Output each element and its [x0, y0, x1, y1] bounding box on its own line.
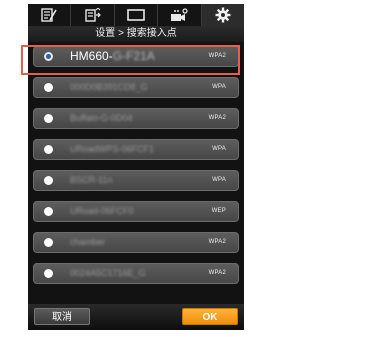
network-row[interactable]: BSCR-11n WPA [33, 170, 239, 191]
network-ssid: 000D0B391CD8_G [70, 78, 148, 97]
network-ssid: URoad-06FCF0 [70, 202, 134, 221]
network-row[interactable]: URoad-06FCF0 WEP [33, 201, 239, 222]
security-type: WEP [211, 208, 226, 214]
tab-bar [28, 4, 244, 26]
ssid-blurred: URoadWPS-06FCF1 [70, 144, 155, 154]
gear-icon [215, 7, 231, 23]
ssid-blurred: 000D0B391CD8_G [70, 82, 148, 92]
radio-button[interactable] [44, 238, 53, 247]
ok-button[interactable]: OK [182, 308, 238, 325]
tab-edit[interactable] [28, 4, 72, 26]
network-ssid: Buffalo-G-0D04 [70, 109, 132, 128]
security-type: WPA [212, 146, 226, 152]
radio-button[interactable] [44, 114, 53, 123]
ssid-blurred: URoad-06FCF0 [70, 206, 134, 216]
security-type: WPA2 [208, 239, 226, 245]
ssid-blurred: BSCR-11n [70, 175, 113, 185]
camera-settings-icon [171, 8, 189, 21]
tab-settings[interactable] [201, 4, 244, 26]
radio-button[interactable] [44, 83, 53, 92]
ssid-blurred: chamber [70, 237, 106, 247]
network-row[interactable]: 000D0B391CD8_G WPA [33, 77, 239, 98]
page-title: 设置 > 搜索接入点 [28, 26, 244, 42]
network-row[interactable]: chamber WPA2 [33, 232, 239, 253]
security-type: WPA2 [208, 270, 226, 276]
tab-camera-settings[interactable] [158, 4, 202, 26]
network-ssid: 0024A5C1716E_G [70, 264, 146, 283]
export-icon [84, 8, 101, 22]
security-type: WPA [212, 177, 226, 183]
network-row[interactable]: Buffalo-G-0D04 WPA2 [33, 108, 239, 129]
network-ssid: BSCR-11n [70, 171, 112, 190]
network-ssid: chamber [70, 233, 105, 252]
radio-button[interactable] [44, 145, 53, 154]
network-ssid: URoadWPS-06FCF1 [70, 140, 154, 159]
radio-button[interactable] [44, 269, 53, 278]
radio-button[interactable] [44, 207, 53, 216]
screen-icon [127, 9, 145, 21]
security-type: WPA [212, 84, 226, 90]
tab-export[interactable] [71, 4, 115, 26]
ssid-blurred: Buffalo-G-0D04 [70, 113, 133, 123]
ssid-blurred: 0024A5C1716E_G [70, 268, 146, 278]
selection-highlight-box [21, 45, 240, 75]
access-point-list[interactable]: HM660-G-F21A WPA2 000D0B391CD8_G WPA Buffalo… [28, 42, 244, 304]
network-row[interactable]: 0024A5C1716E_G WPA2 [33, 263, 239, 284]
tab-screen[interactable] [115, 4, 159, 26]
security-type: WPA2 [208, 115, 226, 121]
edit-icon [41, 8, 57, 22]
bottom-bar: 取消 OK [28, 304, 244, 330]
network-row[interactable]: URoadWPS-06FCF1 WPA [33, 139, 239, 160]
radio-button[interactable] [44, 176, 53, 185]
cancel-button[interactable]: 取消 [34, 308, 90, 325]
